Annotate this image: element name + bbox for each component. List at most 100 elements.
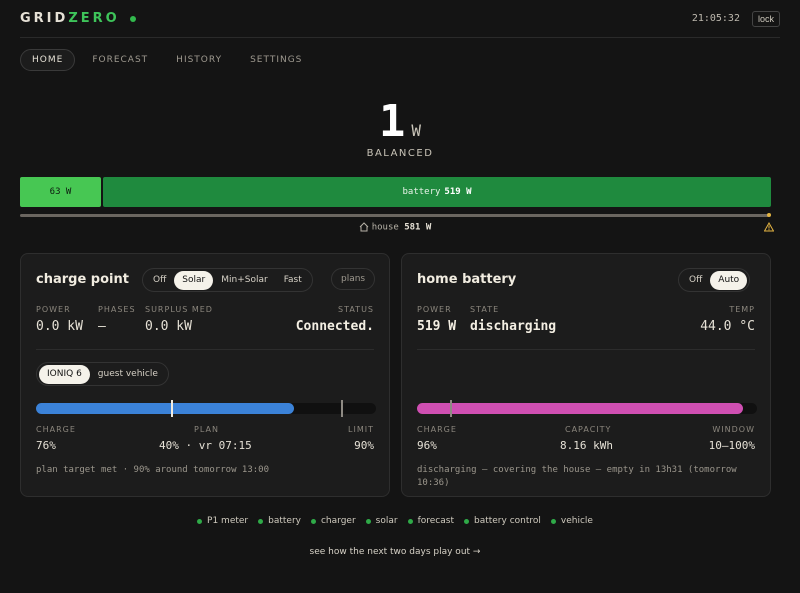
phases-label: PHASES bbox=[98, 305, 136, 314]
surplus-value: 0.0 kW bbox=[145, 319, 192, 334]
tab-settings[interactable]: SETTINGS bbox=[239, 49, 313, 71]
battery-state-label: STATE bbox=[470, 305, 500, 314]
header-right: 21:05:32 lock bbox=[692, 10, 780, 27]
status-dot bbox=[197, 518, 203, 524]
status-dot bbox=[258, 518, 264, 524]
lock-button[interactable]: lock bbox=[751, 10, 780, 27]
tab-history[interactable]: HISTORY bbox=[165, 49, 233, 71]
charge-point-title: charge point bbox=[36, 272, 129, 287]
charge-mode-selector: Off Solar Min+Solar Fast bbox=[142, 268, 313, 292]
charge-mode-off[interactable]: Off bbox=[145, 271, 174, 290]
battery-mode-auto[interactable]: Auto bbox=[710, 270, 748, 290]
status-vehicle: vehicle bbox=[550, 516, 593, 526]
solar-flow-label: 63 W bbox=[49, 187, 72, 197]
capacity-label: CAPACITY bbox=[565, 425, 612, 434]
limit-label: LIMIT bbox=[348, 425, 374, 434]
power-flow-bar: 63 W battery 519 W bbox=[20, 177, 771, 207]
battery-charge-fill bbox=[417, 403, 743, 414]
battery-note: discharging — covering the house — empty… bbox=[417, 464, 737, 490]
battery-charge-track bbox=[417, 400, 757, 417]
plan-marker[interactable] bbox=[171, 400, 173, 417]
ev-charge-fill bbox=[36, 403, 294, 414]
window-min-marker bbox=[450, 400, 452, 417]
battery-note-line1: discharging — covering the house — empty… bbox=[417, 465, 737, 475]
charge-mode-solar[interactable]: Solar bbox=[174, 270, 214, 290]
capacity-value: 8.16 kWh bbox=[560, 439, 613, 452]
limit-marker[interactable] bbox=[341, 400, 343, 417]
grid-power-value: 1 bbox=[378, 96, 406, 147]
warning-icon bbox=[764, 222, 774, 232]
status-dot bbox=[365, 518, 371, 524]
battery-state-value: discharging bbox=[470, 319, 557, 334]
window-label: WINDOW bbox=[712, 425, 755, 434]
connection-status-dot bbox=[129, 15, 136, 22]
status-battery-control: battery control bbox=[463, 516, 541, 526]
house-consumption-label: house 581 W bbox=[0, 222, 790, 233]
logo-grid: GRID bbox=[20, 11, 69, 26]
vehicle-selector: IONIQ 6 guest vehicle bbox=[36, 362, 169, 386]
hero-value-row: 1 W bbox=[0, 96, 800, 148]
card-divider bbox=[417, 349, 755, 350]
status-label: P1 meter bbox=[207, 516, 249, 526]
status-charger: charger bbox=[310, 516, 356, 526]
forecast-link[interactable]: see how the next two days play out → bbox=[0, 547, 790, 557]
house-consumption-line bbox=[20, 214, 770, 217]
battery-charge-value: 96% bbox=[417, 439, 437, 452]
tab-forecast[interactable]: FORECAST bbox=[81, 49, 159, 71]
charge-mode-fast[interactable]: Fast bbox=[276, 271, 310, 290]
logo: GRIDZERO bbox=[20, 11, 136, 26]
house-line-end-dot bbox=[767, 213, 771, 217]
status-forecast: forecast bbox=[407, 516, 454, 526]
battery-flow-value: 519 W bbox=[444, 187, 472, 197]
power-label: POWER bbox=[36, 305, 71, 314]
battery-mode-off[interactable]: Off bbox=[681, 271, 710, 290]
ev-charge-value: 76% bbox=[36, 439, 56, 452]
status-label: battery control bbox=[473, 516, 541, 526]
ev-charge-track bbox=[36, 400, 376, 417]
status-p1-meter: P1 meter bbox=[197, 516, 248, 526]
battery-note-line2: 10:36) bbox=[417, 478, 450, 488]
battery-charge-label: CHARGE bbox=[417, 425, 457, 434]
house-prefix: house bbox=[371, 222, 399, 233]
status-label: charger bbox=[320, 516, 356, 526]
battery-temp-label: TEMP bbox=[729, 305, 755, 314]
battery-flow-prefix: battery bbox=[402, 187, 441, 197]
window-value: 10–100% bbox=[708, 439, 755, 452]
plan-value: 40% · vr 07:15 bbox=[159, 439, 252, 452]
tab-home[interactable]: HOME bbox=[20, 49, 76, 71]
status-dot bbox=[310, 518, 316, 524]
status-battery: battery bbox=[258, 516, 301, 526]
battery-flow-segment: battery 519 W bbox=[103, 177, 771, 207]
battery-power-value: 519 W bbox=[417, 319, 457, 334]
device-status-row: P1 meter battery charger solar forecast … bbox=[0, 516, 790, 526]
charger-status-value: Connected. bbox=[295, 319, 374, 334]
home-battery-title: home battery bbox=[417, 272, 517, 287]
status-label: forecast bbox=[417, 516, 454, 526]
status-label: battery bbox=[268, 516, 301, 526]
vehicle-option-guest[interactable]: guest vehicle bbox=[90, 365, 166, 384]
status-label: solar bbox=[375, 516, 398, 526]
main-nav: HOME FORECAST HISTORY SETTINGS bbox=[20, 49, 313, 71]
solar-flow-segment: 63 W bbox=[20, 177, 101, 207]
surplus-label: SURPLUS MED bbox=[145, 305, 213, 314]
plan-label: PLAN bbox=[194, 425, 219, 434]
phases-value: — bbox=[98, 319, 106, 334]
status-label: STATUS bbox=[337, 305, 374, 314]
vehicle-option-ioniq6[interactable]: IONIQ 6 bbox=[39, 364, 90, 384]
charge-mode-min-solar[interactable]: Min+Solar bbox=[213, 271, 275, 290]
status-dot bbox=[463, 518, 469, 524]
plans-button[interactable]: plans bbox=[331, 268, 376, 290]
house-icon bbox=[359, 222, 369, 232]
grid-power-unit: W bbox=[411, 121, 422, 140]
limit-value: 90% bbox=[354, 439, 374, 452]
logo-zero: ZERO bbox=[68, 11, 120, 26]
card-divider bbox=[36, 349, 374, 350]
status-label: vehicle bbox=[560, 516, 593, 526]
app-header: GRIDZERO 21:05:32 lock bbox=[20, 0, 780, 38]
home-battery-card: home battery Off Auto POWER STATE TEMP 5… bbox=[401, 253, 771, 497]
charge-plan-note: plan target met · 90% around tomorrow 13… bbox=[36, 465, 269, 475]
status-solar: solar bbox=[365, 516, 398, 526]
battery-temp-value: 44.0 °C bbox=[700, 319, 755, 334]
status-dot bbox=[407, 518, 413, 524]
logo-text: GRIDZERO bbox=[20, 11, 120, 26]
